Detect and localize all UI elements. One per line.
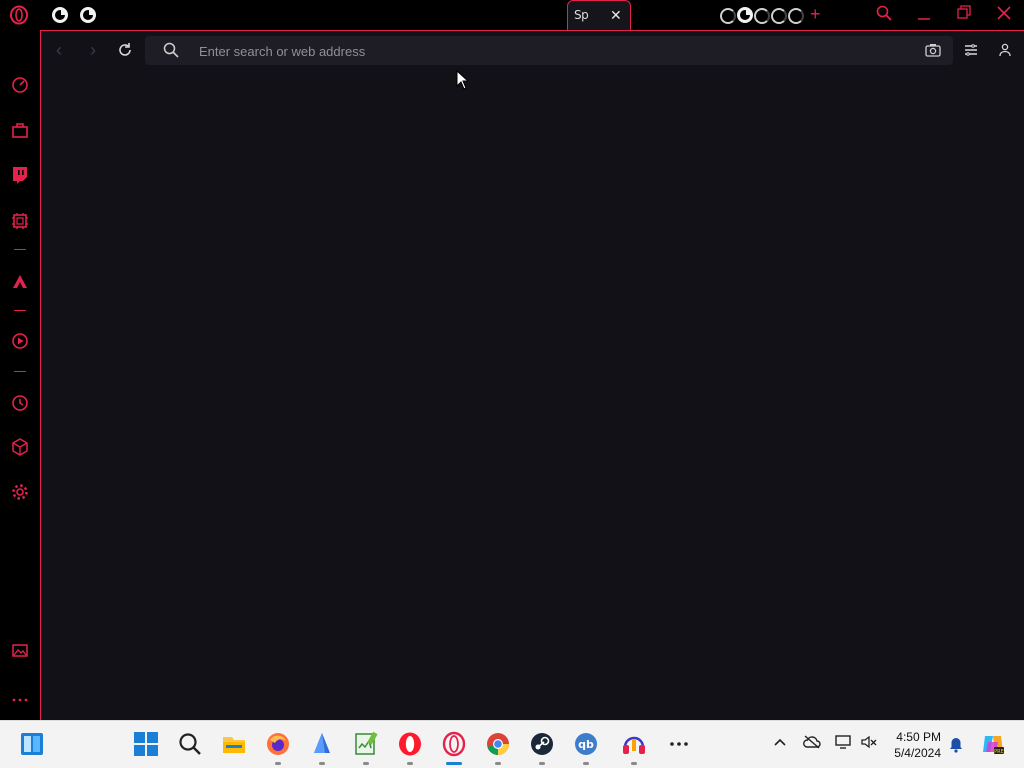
start-icon[interactable] — [133, 731, 159, 757]
new-tab-plus-icon[interactable]: + — [810, 4, 821, 25]
back-icon[interactable]: ‹ — [49, 40, 69, 60]
tab-globe-icon[interactable] — [80, 7, 96, 23]
opera-icon[interactable] — [397, 731, 423, 757]
tab-bar: ᅠᅠᅠᅠᅠᅠᅠᅠᅠᅠᅠᅠᅠᅠᅠᅠᅠᅠᅠᅠᅠᅠᅠᅠᅠᅠᅠᅠᅠᅠᅠᅠᅠᅠ Sp ✕ … — [0, 0, 1024, 31]
network-icon[interactable] — [835, 735, 851, 749]
running-indicator — [631, 762, 637, 765]
forward-icon[interactable]: › — [83, 40, 103, 60]
clock-time: 4:50 PM — [896, 730, 941, 744]
notification-bell-icon[interactable] — [948, 737, 964, 753]
active-tab-label: Sp — [574, 8, 589, 22]
tab-globe-icon[interactable] — [737, 7, 753, 23]
running-indicator — [539, 762, 545, 765]
tab-globe-icon[interactable] — [52, 7, 68, 23]
cpu-icon[interactable] — [10, 211, 30, 231]
tab-strip-titles[interactable]: ᅠᅠᅠᅠᅠᅠᅠᅠᅠᅠᅠᅠᅠᅠᅠᅠᅠᅠᅠᅠᅠᅠᅠᅠᅠᅠᅠᅠᅠᅠᅠᅠᅠᅠ — [97, 6, 564, 24]
minimize-icon[interactable] — [917, 5, 931, 21]
mouse-cursor-icon — [456, 70, 468, 90]
notepad-icon[interactable] — [353, 731, 379, 757]
sidebar-divider — [14, 249, 26, 250]
system-clock[interactable]: 4:50 PM 5/4/2024 — [885, 729, 941, 761]
sidebar-divider — [14, 371, 26, 372]
clock-date: 5/4/2024 — [894, 746, 941, 760]
loading-spinner-icon[interactable] — [720, 8, 736, 24]
copilot-icon[interactable]: PRE — [981, 732, 1005, 756]
file-explorer-icon[interactable] — [221, 731, 247, 757]
steam-icon[interactable] — [529, 731, 555, 757]
speed-dial-icon[interactable] — [10, 75, 30, 95]
bag-icon[interactable] — [10, 120, 30, 140]
main-pane: ‹ › — [40, 30, 1024, 720]
search-icon[interactable] — [177, 731, 203, 757]
opera-gx-icon[interactable] — [441, 731, 467, 757]
easy-setup-menu-icon[interactable] — [964, 43, 978, 57]
opera-gx-logo-icon[interactable] — [9, 5, 29, 25]
restore-icon[interactable] — [957, 5, 971, 21]
extensions-icon[interactable] — [10, 437, 30, 457]
widgets-icon[interactable] — [19, 731, 45, 757]
search-tabs-icon[interactable] — [876, 5, 892, 21]
reload-icon[interactable] — [117, 42, 133, 58]
chrome-icon[interactable] — [485, 731, 511, 757]
svg-text:PRE: PRE — [994, 749, 1004, 755]
svg-text:qb: qb — [578, 738, 594, 751]
history-icon[interactable] — [10, 393, 30, 413]
close-tab-icon[interactable]: ✕ — [610, 7, 622, 24]
close-window-icon[interactable] — [997, 5, 1011, 21]
running-indicator — [319, 762, 325, 765]
app-icon[interactable] — [309, 731, 335, 757]
more-icon[interactable] — [10, 690, 30, 710]
aria-icon[interactable] — [10, 271, 30, 291]
settings-icon[interactable] — [10, 482, 30, 502]
address-input[interactable] — [197, 36, 901, 67]
loading-spinner-icon[interactable] — [771, 8, 787, 24]
more-apps-icon[interactable] — [666, 731, 692, 757]
firefox-icon[interactable] — [265, 731, 291, 757]
twitch-icon[interactable] — [10, 165, 30, 185]
profile-icon[interactable] — [999, 43, 1011, 57]
running-indicator — [407, 762, 413, 765]
cloud-offline-icon[interactable] — [803, 735, 821, 749]
player-icon[interactable] — [10, 331, 30, 351]
qbittorrent-icon[interactable]: qb — [573, 731, 599, 757]
running-indicator — [363, 762, 369, 765]
tab-strip-titles-2[interactable]: ᅠᅠᅠᅠᅠ — [635, 6, 719, 24]
sidebar-divider — [14, 310, 26, 311]
running-indicator — [495, 762, 501, 765]
volume-muted-icon[interactable] — [861, 735, 877, 749]
running-indicator — [583, 762, 589, 765]
sidebar — [0, 30, 40, 720]
gallery-icon[interactable] — [10, 640, 30, 660]
snapshot-camera-icon[interactable] — [925, 43, 941, 57]
chevron-up-icon[interactable] — [773, 735, 787, 749]
loading-spinner-icon[interactable] — [788, 8, 804, 24]
active-tab[interactable]: Sp ✕ — [567, 0, 631, 31]
active-app-indicator — [446, 762, 462, 765]
running-indicator — [275, 762, 281, 765]
address-bar[interactable] — [145, 36, 953, 67]
search-icon — [163, 42, 179, 58]
loading-spinner-icon[interactable] — [754, 8, 770, 24]
taskbar: qb 4:50 PM 5/4/2024 PRE — [0, 720, 1024, 768]
headphones-app-icon[interactable] — [621, 731, 647, 757]
